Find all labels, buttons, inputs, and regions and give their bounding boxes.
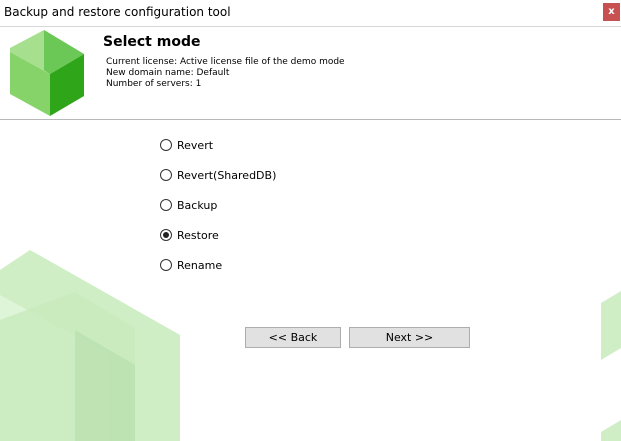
- option-label: Revert(SharedDB): [177, 168, 277, 182]
- option-backup[interactable]: Backup: [160, 197, 217, 213]
- page-title: Select mode: [103, 34, 201, 50]
- license-info: Current license: Active license file of …: [106, 57, 345, 67]
- header-panel: Select mode Current license: Active lice…: [0, 27, 621, 120]
- app-logo-icon: [10, 30, 84, 116]
- option-rename[interactable]: Rename: [160, 257, 222, 273]
- option-label: Restore: [177, 228, 219, 242]
- domain-info: New domain name: Default: [106, 68, 230, 78]
- option-revert[interactable]: Revert: [160, 137, 213, 153]
- radio-button-selected[interactable]: [160, 229, 172, 241]
- close-button[interactable]: x: [603, 3, 620, 21]
- window-title: Backup and restore configuration tool: [4, 5, 231, 19]
- option-label: Rename: [177, 258, 223, 272]
- background-hexagon-decoration: [0, 250, 621, 441]
- radio-button[interactable]: [160, 199, 172, 211]
- radio-button[interactable]: [160, 139, 172, 151]
- option-revert-shareddb[interactable]: Revert(SharedDB): [160, 167, 276, 183]
- servers-info: Number of servers: 1: [106, 79, 202, 89]
- option-label: Backup: [177, 198, 218, 212]
- back-button[interactable]: << Back: [245, 327, 341, 348]
- radio-button[interactable]: [160, 169, 172, 181]
- option-label: Revert: [177, 138, 214, 152]
- title-bar: Backup and restore configuration tool x: [0, 0, 621, 27]
- option-restore[interactable]: Restore: [160, 227, 219, 243]
- next-button[interactable]: Next >>: [349, 327, 470, 348]
- radio-button[interactable]: [160, 259, 172, 271]
